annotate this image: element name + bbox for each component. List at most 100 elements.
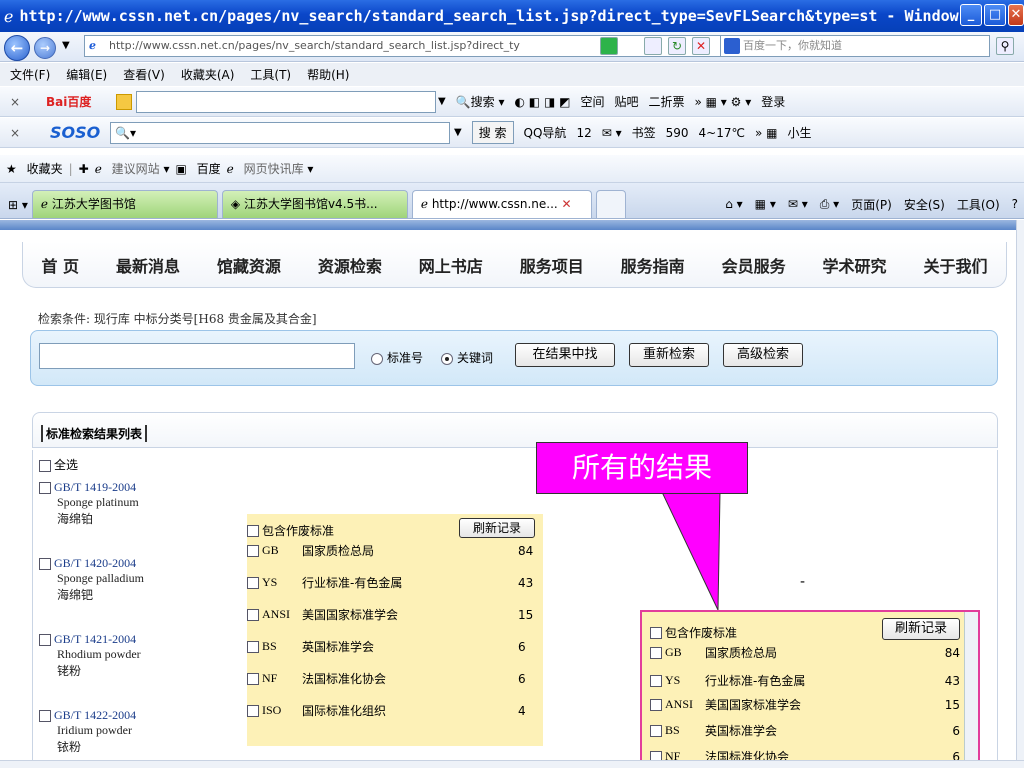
menu-help[interactable]: 帮助(H) (307, 66, 349, 83)
minimize-button[interactable]: _ (960, 4, 982, 26)
soso-item-qqnav[interactable]: QQ导航 (524, 124, 567, 141)
menu-tools[interactable]: 工具(T) (250, 66, 291, 83)
menu-favorites[interactable]: 收藏夹(A) (181, 66, 235, 83)
refresh-icon[interactable]: ↻ (668, 37, 686, 55)
print-icon[interactable]: ⎙ ▾ (820, 197, 839, 212)
nav-services[interactable]: 服务项目 (520, 253, 584, 277)
compat-view-icon[interactable] (644, 37, 662, 55)
refresh-records-button[interactable]: 刷新记录 (882, 618, 960, 640)
radio-keyword[interactable]: 关键词 (441, 349, 493, 366)
back-icon[interactable]: ← (4, 35, 30, 61)
search-input[interactable]: 百度一下，你就知道 (720, 35, 990, 57)
refresh-records-button[interactable]: 刷新记录 (459, 518, 535, 538)
include-obsolete[interactable]: 包含作废标准 (247, 522, 334, 539)
checkbox-icon[interactable] (39, 557, 51, 570)
checkbox-icon[interactable] (39, 633, 51, 646)
toolbar-app-icons[interactable]: ◐ ◧ ◨ ◩ (515, 95, 571, 109)
favorites-button[interactable]: ★ 收藏夹 (6, 160, 63, 177)
filter-row[interactable]: YS 行业标准-有色金属 43 (650, 672, 960, 689)
filter-row[interactable]: YS 行业标准-有色金属 43 (247, 574, 533, 591)
baidu-item-tieba[interactable]: 贴吧 (614, 93, 638, 110)
radio-std-no[interactable]: 标准号 (371, 349, 423, 366)
page-horizontal-scrollbar[interactable] (0, 760, 1024, 768)
soso-item-coins[interactable]: 590 (666, 126, 689, 140)
mail-icon[interactable]: ✉ ▾ (602, 126, 622, 140)
history-dropdown-icon[interactable]: ▼ (62, 40, 70, 51)
filter-row[interactable]: GB 国家质检总局 84 (247, 542, 533, 559)
stop-icon[interactable]: ✕ (692, 37, 710, 55)
page-vertical-scrollbar[interactable] (1016, 220, 1024, 760)
new-tab-button[interactable] (595, 190, 626, 218)
nav-collections[interactable]: 馆藏资源 (217, 253, 281, 277)
filter-row[interactable]: BS 英国标准学会 6 (247, 638, 526, 655)
close-toolbar-icon[interactable]: × (4, 95, 26, 109)
fav-item-suggested[interactable]: ℯ 建议网站 ▾ (95, 160, 170, 177)
checkbox-icon[interactable] (39, 481, 51, 494)
tab-jiangsu-library-v45[interactable]: ◈ 江苏大学图书馆v4.5书... (221, 190, 408, 218)
menu-edit[interactable]: 编辑(E) (66, 66, 107, 83)
menu-view[interactable]: 查看(V) (123, 66, 165, 83)
select-all[interactable]: 全选 (39, 456, 78, 473)
filter-row[interactable]: BS 英国标准学会 6 (650, 722, 960, 739)
baidu-item-space[interactable]: 空间 (580, 93, 604, 110)
page-menu[interactable]: 页面(P) (851, 196, 892, 213)
feeds-icon[interactable]: ▦ ▾ (755, 197, 776, 211)
search-in-results-button[interactable]: 在结果中找 (515, 343, 615, 367)
nav-bookstore[interactable]: 网上书店 (419, 253, 483, 277)
close-button[interactable]: ✕ (1008, 4, 1024, 26)
nav-members[interactable]: 会员服务 (722, 253, 786, 277)
tab-cssn[interactable]: ℯ http://www.cssn.ne... ✕ (411, 190, 592, 218)
keyword-input[interactable] (39, 343, 355, 369)
fav-item-baidu[interactable]: ▣ 百度 (175, 160, 220, 177)
help-icon[interactable]: ? (1012, 197, 1018, 211)
filter-scrollbar[interactable] (964, 612, 978, 760)
close-tab-icon[interactable]: ✕ (562, 197, 572, 211)
forward-icon[interactable]: → (34, 37, 56, 59)
home-icon[interactable]: ⌂ ▾ (725, 197, 742, 211)
tab-jiangsu-library[interactable]: ℯ 江苏大学图书馆 (31, 190, 218, 218)
nav-research[interactable]: 学术研究 (823, 253, 887, 277)
soso-item-weather[interactable]: 4~17℃ (699, 126, 745, 140)
soso-search-input[interactable]: 🔍▾ (110, 121, 450, 144)
search-go-icon[interactable]: ⚲ (996, 37, 1014, 55)
nav-guide[interactable]: 服务指南 (621, 253, 685, 277)
baidu-item-login[interactable]: 登录 (761, 93, 785, 110)
filter-row[interactable]: NF 法国标准化协会 6 (247, 670, 526, 687)
chevron-down-icon[interactable]: ▼ (454, 127, 462, 138)
menu-file[interactable]: 文件(F) (10, 66, 50, 83)
address-input[interactable]: ℯ http://www.cssn.net.cn/pages/nv_search… (84, 35, 724, 57)
safety-menu[interactable]: 安全(S) (904, 196, 945, 213)
result-code[interactable]: GB/T 1421-2004 (39, 632, 141, 647)
baidu-item-tickets[interactable]: 二折票 (648, 93, 684, 110)
quick-tabs-icon[interactable]: ⊞ ▾ (8, 198, 28, 212)
soso-search-button[interactable]: 搜 索 (471, 121, 514, 144)
research-button[interactable]: 重新检索 (629, 343, 709, 367)
filter-row[interactable]: ANSI 美国国家标准学会 15 (247, 606, 533, 623)
fav-item-webslice[interactable]: ℯ 网页快讯库 ▾ (227, 160, 314, 177)
baidu-search-button[interactable]: 🔍搜索 ▾ (456, 93, 505, 110)
include-obsolete[interactable]: 包含作废标准 (650, 624, 737, 641)
more-icon[interactable]: » ▦ (755, 126, 778, 140)
advanced-search-button[interactable]: 高级检索 (723, 343, 803, 367)
maximize-button[interactable]: □ (984, 4, 1006, 26)
checkbox-icon[interactable] (39, 709, 51, 722)
close-toolbar-icon[interactable]: × (4, 126, 26, 140)
filter-row[interactable]: GB 国家质检总局 84 (650, 644, 960, 661)
result-code[interactable]: GB/T 1422-2004 (39, 708, 136, 723)
soso-item-user[interactable]: 小生 (787, 124, 811, 141)
more-icon[interactable]: » ▦ ▾ ⚙ ▾ (695, 95, 752, 109)
nav-search[interactable]: 资源检索 (318, 253, 382, 277)
security-shield-icon[interactable] (600, 37, 618, 55)
nav-home[interactable]: 首 页 (41, 253, 79, 277)
mail-icon[interactable]: ✉ ▾ (788, 197, 808, 211)
nav-news[interactable]: 最新消息 (116, 253, 180, 277)
result-code[interactable]: GB/T 1419-2004 (39, 480, 139, 495)
filter-row[interactable]: NF 法国标准化协会 6 (650, 748, 960, 760)
filter-row[interactable]: ISO 国际标准化组织 4 (247, 702, 526, 719)
baidu-search-input[interactable] (136, 90, 436, 113)
soso-item-count[interactable]: 12 (576, 126, 591, 140)
chevron-down-icon[interactable]: ▼ (438, 96, 446, 107)
baidu-app-icon[interactable] (116, 93, 132, 110)
soso-item-bookmarks[interactable]: 书签 (632, 124, 656, 141)
tools-menu[interactable]: 工具(O) (957, 196, 1000, 213)
